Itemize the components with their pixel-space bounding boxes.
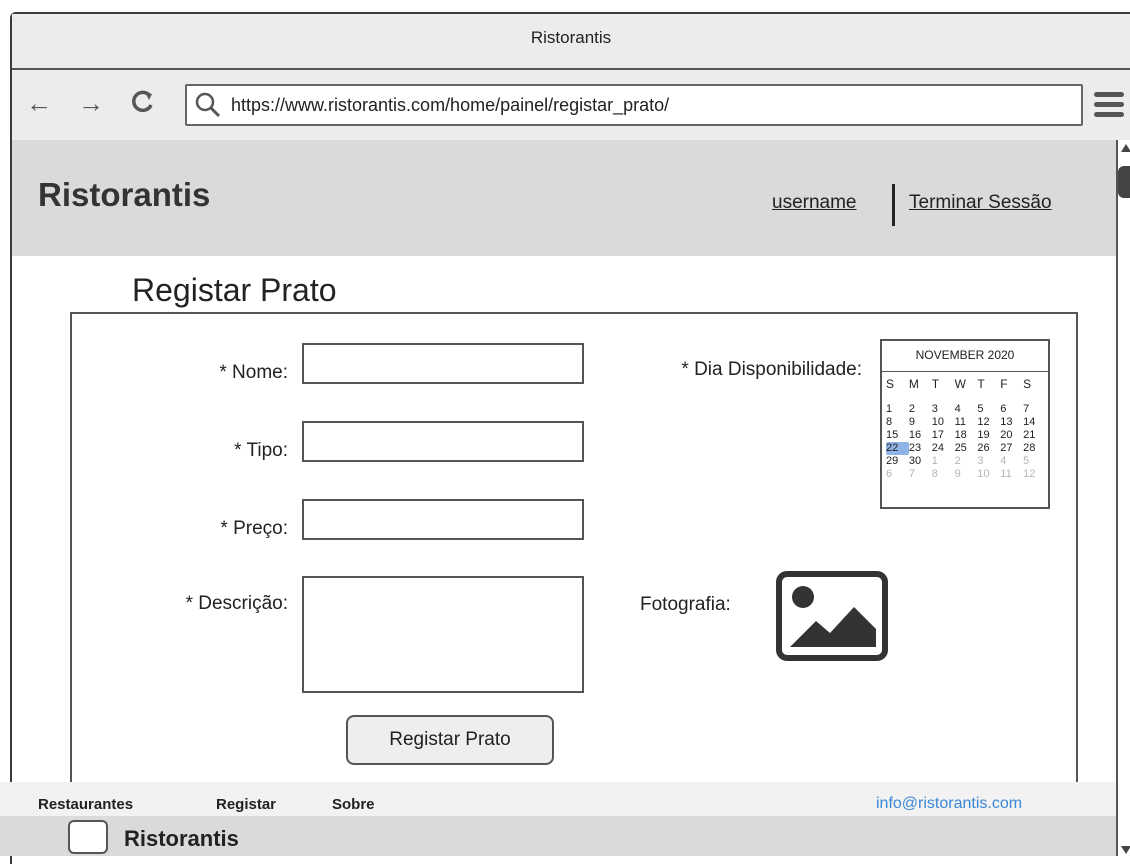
search-icon <box>195 92 221 118</box>
dia-disponibilidade-label: * Dia Disponibilidade: <box>681 359 862 380</box>
nome-input[interactable] <box>302 343 584 384</box>
calendar-day[interactable]: 3 <box>932 403 955 416</box>
footer-links-bar: Restaurantes Registar Sobre info@ristora… <box>0 782 1116 816</box>
calendar-day-next-month[interactable]: 7 <box>909 468 932 481</box>
calendar-day[interactable]: 11 <box>955 416 978 429</box>
calendar-day-next-month[interactable]: 3 <box>977 455 1000 468</box>
calendar-day[interactable]: 26 <box>977 442 1000 455</box>
calendar-day-grid: 1 2 3 4 5 6 7 8 9 10 11 12 13 14 15 16 17 18 19 20 21 22 23 24 2… <box>886 403 1046 481</box>
register-dish-button[interactable]: Registar Prato <box>346 715 554 765</box>
calendar-day-next-month[interactable]: 9 <box>955 468 978 481</box>
reload-icon[interactable] <box>126 88 160 121</box>
back-arrow-icon[interactable]: ← <box>22 88 56 119</box>
calendar-day-next-month[interactable]: 11 <box>1000 468 1023 481</box>
site-logo[interactable]: Ristorantis <box>38 176 210 214</box>
calendar-day[interactable]: 6 <box>1000 403 1023 416</box>
calendar-day[interactable]: 22 <box>886 442 909 455</box>
calendar-day[interactable]: 27 <box>1000 442 1023 455</box>
weekday-label: S <box>1023 377 1032 391</box>
calendar-day[interactable]: 24 <box>932 442 955 455</box>
calendar-day[interactable]: 29 <box>886 455 909 468</box>
weekday-label: M <box>908 377 919 391</box>
weekday-label: W <box>954 377 966 391</box>
calendar-day[interactable]: 20 <box>1000 429 1023 442</box>
date-picker-calendar[interactable]: NOVEMBER 2020 S M T W T F S 1 2 3 4 5 6 7 8 9 10 1… <box>880 339 1050 509</box>
calendar-day[interactable]: 28 <box>1023 442 1046 455</box>
weekday-label: F <box>1000 377 1008 391</box>
scroll-down-arrow-icon[interactable] <box>1121 846 1130 854</box>
calendar-day[interactable]: 21 <box>1023 429 1046 442</box>
page-title: Registar Prato <box>132 272 337 308</box>
vertical-scrollbar[interactable] <box>1116 140 1130 856</box>
calendar-day[interactable]: 4 <box>955 403 978 416</box>
calendar-day-next-month[interactable]: 1 <box>932 455 955 468</box>
footer-link-sobre[interactable]: Sobre <box>332 796 375 813</box>
footer-brand-name: Ristorantis <box>124 826 239 851</box>
calendar-day[interactable]: 16 <box>909 429 932 442</box>
calendar-day[interactable]: 19 <box>977 429 1000 442</box>
calendar-day[interactable]: 8 <box>886 416 909 429</box>
tipo-label: * Tipo: <box>234 440 288 461</box>
scroll-up-arrow-icon[interactable] <box>1121 144 1130 152</box>
site-header: Ristorantis username Terminar Sessão <box>12 140 1116 256</box>
calendar-day[interactable]: 30 <box>909 455 932 468</box>
weekday-label: T <box>977 377 985 391</box>
calendar-day-next-month[interactable]: 10 <box>977 468 1000 481</box>
calendar-day[interactable]: 13 <box>1000 416 1023 429</box>
calendar-day[interactable]: 1 <box>886 403 909 416</box>
hamburger-menu-icon[interactable] <box>1094 92 1124 120</box>
menu-line <box>1094 92 1124 97</box>
descricao-textarea[interactable] <box>302 576 584 693</box>
calendar-weekdays: S M T W T F S <box>886 377 1046 391</box>
footer-link-registar[interactable]: Registar <box>216 796 276 813</box>
logout-link[interactable]: Terminar Sessão <box>909 192 1052 214</box>
calendar-day[interactable]: 25 <box>955 442 978 455</box>
fotografia-label: Fotografia: <box>640 594 731 615</box>
calendar-month-label: NOVEMBER 2020 <box>882 341 1048 372</box>
calendar-day[interactable]: 18 <box>955 429 978 442</box>
calendar-day[interactable]: 7 <box>1023 403 1046 416</box>
menu-line <box>1094 112 1124 117</box>
weekday-label: S <box>886 377 895 391</box>
footer-brand-bar: Ristorantis <box>0 816 1116 856</box>
footer-link-restaurantes[interactable]: Restaurantes <box>38 796 133 813</box>
descricao-label: * Descrição: <box>185 593 288 614</box>
calendar-day-next-month[interactable]: 5 <box>1023 455 1046 468</box>
calendar-day[interactable]: 2 <box>909 403 932 416</box>
calendar-day-next-month[interactable]: 12 <box>1023 468 1046 481</box>
preco-label: * Preço: <box>220 518 288 539</box>
calendar-day[interactable]: 15 <box>886 429 909 442</box>
footer-logo-box <box>68 820 108 854</box>
calendar-day[interactable]: 5 <box>977 403 1000 416</box>
calendar-day[interactable]: 23 <box>909 442 932 455</box>
calendar-day[interactable]: 17 <box>932 429 955 442</box>
username-link[interactable]: username <box>772 192 857 214</box>
calendar-day-next-month[interactable]: 4 <box>1000 455 1023 468</box>
reload-icon-glyph <box>132 90 153 113</box>
menu-line <box>1094 102 1124 107</box>
preco-input[interactable] <box>302 499 584 540</box>
footer-email-link[interactable]: info@ristorantis.com <box>876 795 1022 813</box>
url-text[interactable]: https://www.ristorantis.com/home/painel/… <box>231 95 669 116</box>
calendar-day-next-month[interactable]: 8 <box>932 468 955 481</box>
calendar-day-next-month[interactable]: 2 <box>955 455 978 468</box>
forward-arrow-icon[interactable]: → <box>74 88 108 119</box>
window-title: Ristorantis <box>530 28 612 47</box>
calendar-day[interactable]: 10 <box>932 416 955 429</box>
calendar-day[interactable]: 12 <box>977 416 1000 429</box>
calendar-day[interactable]: 9 <box>909 416 932 429</box>
image-upload-icon[interactable] <box>776 571 888 661</box>
scrollbar-thumb[interactable] <box>1118 166 1130 198</box>
weekday-label: T <box>931 377 940 391</box>
calendar-day[interactable]: 14 <box>1023 416 1046 429</box>
tipo-input[interactable] <box>302 421 584 462</box>
nome-label: * Nome: <box>219 362 288 383</box>
window-titlebar: Ristorantis <box>12 14 1130 70</box>
calendar-day-next-month[interactable]: 6 <box>886 468 909 481</box>
header-divider <box>892 184 895 226</box>
address-bar[interactable]: https://www.ristorantis.com/home/painel/… <box>185 84 1083 126</box>
